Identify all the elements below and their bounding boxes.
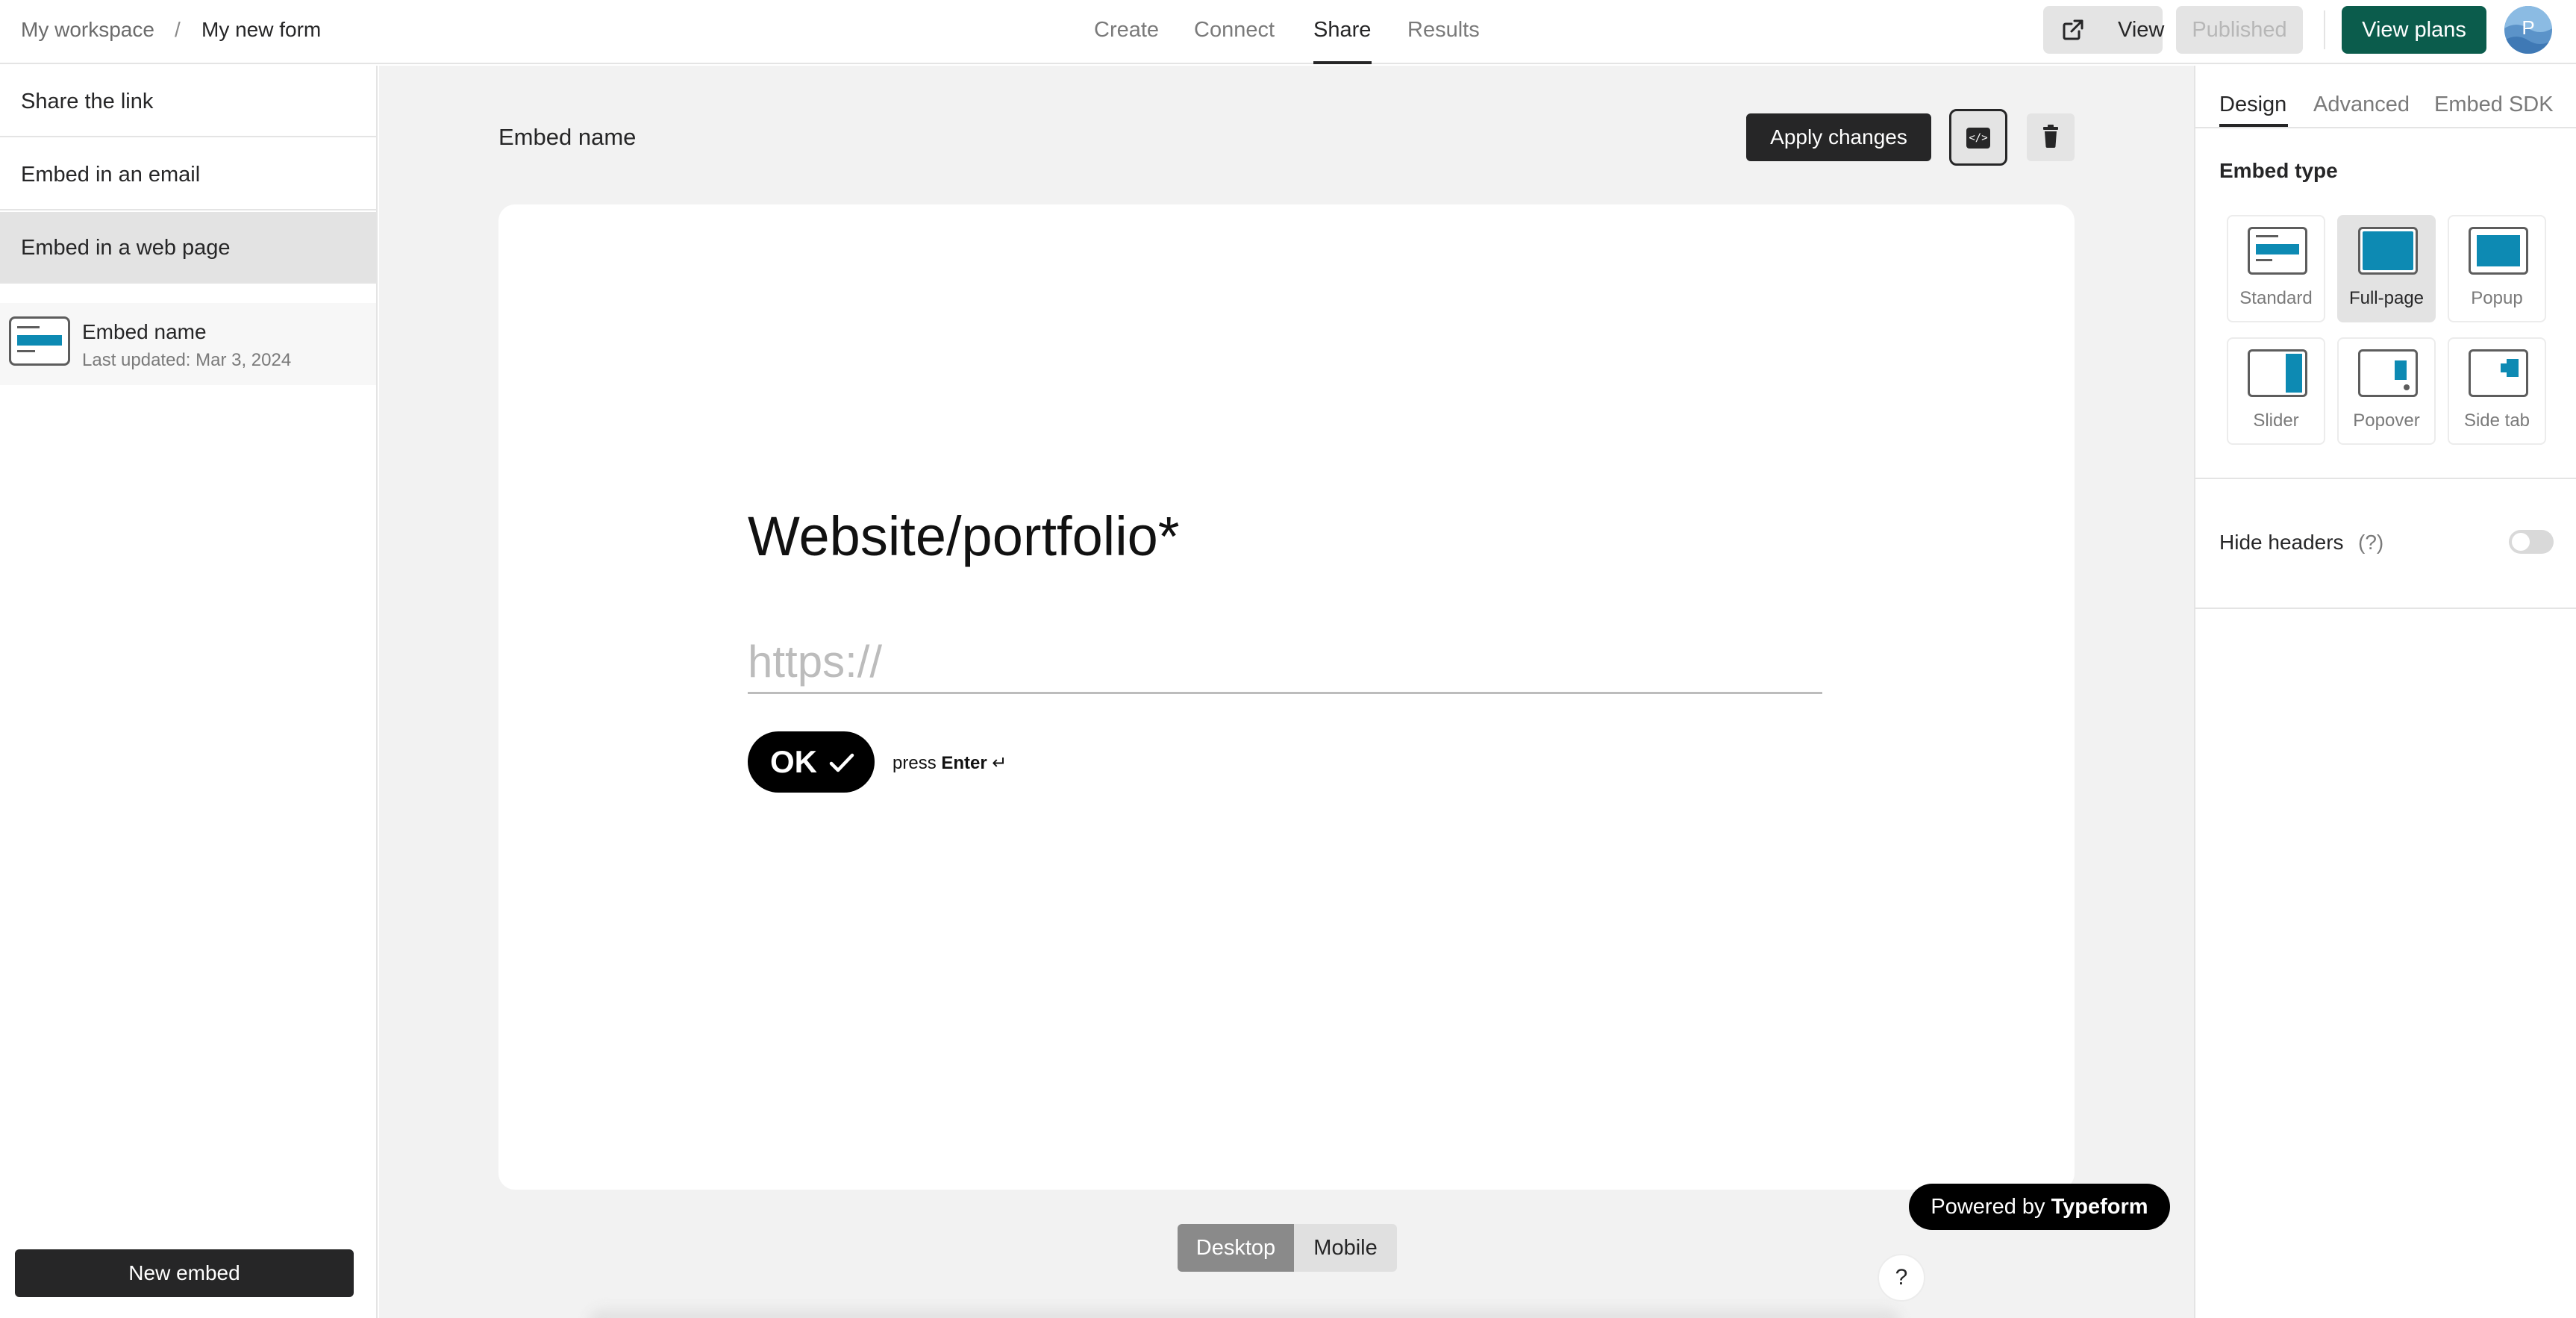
tab-create[interactable]: Create — [1094, 16, 1159, 43]
apply-changes-button[interactable]: Apply changes — [1746, 113, 1931, 161]
hide-headers-help-icon[interactable]: (?) — [2358, 530, 2383, 555]
view-button[interactable]: View — [2043, 6, 2165, 54]
tab-share[interactable]: Share — [1313, 16, 1371, 43]
powered-by-badge[interactable]: Powered by Typeform — [1909, 1184, 2170, 1230]
external-link-icon — [2063, 19, 2083, 40]
url-input-placeholder: https:// — [748, 637, 883, 687]
section-divider — [2195, 478, 2576, 479]
tab-connect[interactable]: Connect — [1194, 16, 1275, 43]
url-answer-input[interactable]: https:// — [748, 619, 1822, 694]
tab-results[interactable]: Results — [1407, 16, 1480, 43]
active-panel-tab-indicator — [2219, 124, 2288, 127]
header-divider — [2324, 10, 2325, 49]
toggle-knob — [2512, 533, 2530, 551]
embed-type-side-tab[interactable]: Side tab — [2448, 337, 2546, 445]
embed-type-popover[interactable]: Popover — [2337, 337, 2436, 445]
standard-embed-icon — [2248, 227, 2307, 275]
preview-shadow — [588, 1309, 1901, 1318]
embed-preview-area: Embed name Apply changes </> Website/por… — [379, 66, 2194, 1318]
avatar[interactable]: P — [2504, 6, 2552, 54]
embed-item-updated: Last updated: Mar 3, 2024 — [82, 350, 292, 370]
top-bar: My workspace / My new form Create Connec… — [0, 0, 2576, 64]
standard-embed-icon — [9, 316, 70, 366]
hide-headers-label: Hide headers — [2219, 531, 2344, 554]
tab-design[interactable]: Design — [2219, 91, 2286, 118]
help-button[interactable]: ? — [1878, 1254, 1925, 1302]
trash-icon — [2043, 125, 2058, 148]
mobile-view-button[interactable]: Mobile — [1294, 1224, 1397, 1272]
embed-name-title[interactable]: Embed name — [498, 122, 636, 152]
embed-type-label: Popover — [2353, 410, 2420, 431]
breadcrumb-workspace[interactable]: My workspace — [21, 16, 154, 43]
embed-list-item[interactable]: Embed name Last updated: Mar 3, 2024 — [0, 303, 376, 385]
ok-button[interactable]: OK — [748, 731, 875, 793]
share-sidebar: Share the link Embed in an email Embed i… — [0, 66, 378, 1318]
embed-type-label: Side tab — [2463, 410, 2530, 431]
get-code-button[interactable]: </> — [1949, 109, 2007, 166]
tabs-divider — [2195, 127, 2576, 128]
enter-key-icon: ↵ — [992, 753, 1007, 773]
breadcrumb-form[interactable]: My new form — [201, 16, 321, 43]
sidebar-item-share-link[interactable]: Share the link — [0, 66, 376, 137]
powered-by-brand: Typeform — [2051, 1195, 2148, 1219]
question-title: Website/portfolio* — [748, 505, 1180, 567]
popup-embed-icon — [2469, 227, 2528, 275]
embed-type-heading: Embed type — [2219, 159, 2338, 182]
tab-embed-sdk[interactable]: Embed SDK — [2434, 91, 2554, 118]
slider-embed-icon — [2248, 349, 2307, 397]
embed-type-popup[interactable]: Popup — [2448, 215, 2546, 322]
embed-type-full-page[interactable]: Full-page — [2337, 215, 2436, 322]
sidebar-item-embed-email[interactable]: Embed in an email — [0, 139, 376, 210]
device-toggle: Desktop Mobile — [1178, 1224, 1397, 1272]
delete-embed-button[interactable] — [2027, 113, 2075, 161]
breadcrumb-separator: / — [175, 18, 181, 41]
tab-advanced[interactable]: Advanced — [2313, 91, 2410, 118]
press-enter-hint: press Enter ↵ — [892, 752, 1007, 775]
ok-button-label: OK — [770, 744, 817, 779]
embed-type-label: Popup — [2471, 288, 2523, 308]
embed-type-slider[interactable]: Slider — [2227, 337, 2325, 445]
embed-type-label: Slider — [2253, 410, 2299, 431]
checkmark-icon — [829, 753, 854, 772]
sidebar-item-embed-web-page[interactable]: Embed in a web page — [0, 212, 376, 284]
view-plans-button[interactable]: View plans — [2342, 6, 2486, 54]
side-tab-embed-icon — [2469, 349, 2528, 397]
embed-type-label: Full-page — [2348, 288, 2425, 308]
popover-embed-icon — [2358, 349, 2418, 397]
form-preview: Website/portfolio* https:// OK press Ent… — [498, 204, 2170, 1230]
active-tab-indicator — [1313, 61, 1372, 64]
press-enter-prefix: press — [892, 753, 937, 773]
powered-by-prefix: Powered by — [1931, 1195, 2045, 1219]
desktop-view-button[interactable]: Desktop — [1178, 1224, 1294, 1272]
code-icon: </> — [1966, 128, 1990, 149]
section-divider — [2195, 608, 2576, 609]
embed-type-label: Standard — [2239, 288, 2313, 308]
press-enter-key: Enter — [941, 753, 987, 773]
hide-headers-toggle[interactable] — [2509, 530, 2554, 554]
embed-settings-panel: Design Advanced Embed SDK Embed type Sta… — [2194, 66, 2576, 1318]
view-button-label: View — [2118, 18, 2165, 42]
published-button[interactable]: Published — [2176, 6, 2303, 54]
avatar-letter: P — [2522, 16, 2535, 39]
embed-item-title: Embed name — [82, 320, 207, 343]
new-embed-button[interactable]: New embed — [15, 1249, 354, 1297]
full-page-embed-icon — [2358, 227, 2418, 275]
embed-type-standard[interactable]: Standard — [2227, 215, 2325, 322]
